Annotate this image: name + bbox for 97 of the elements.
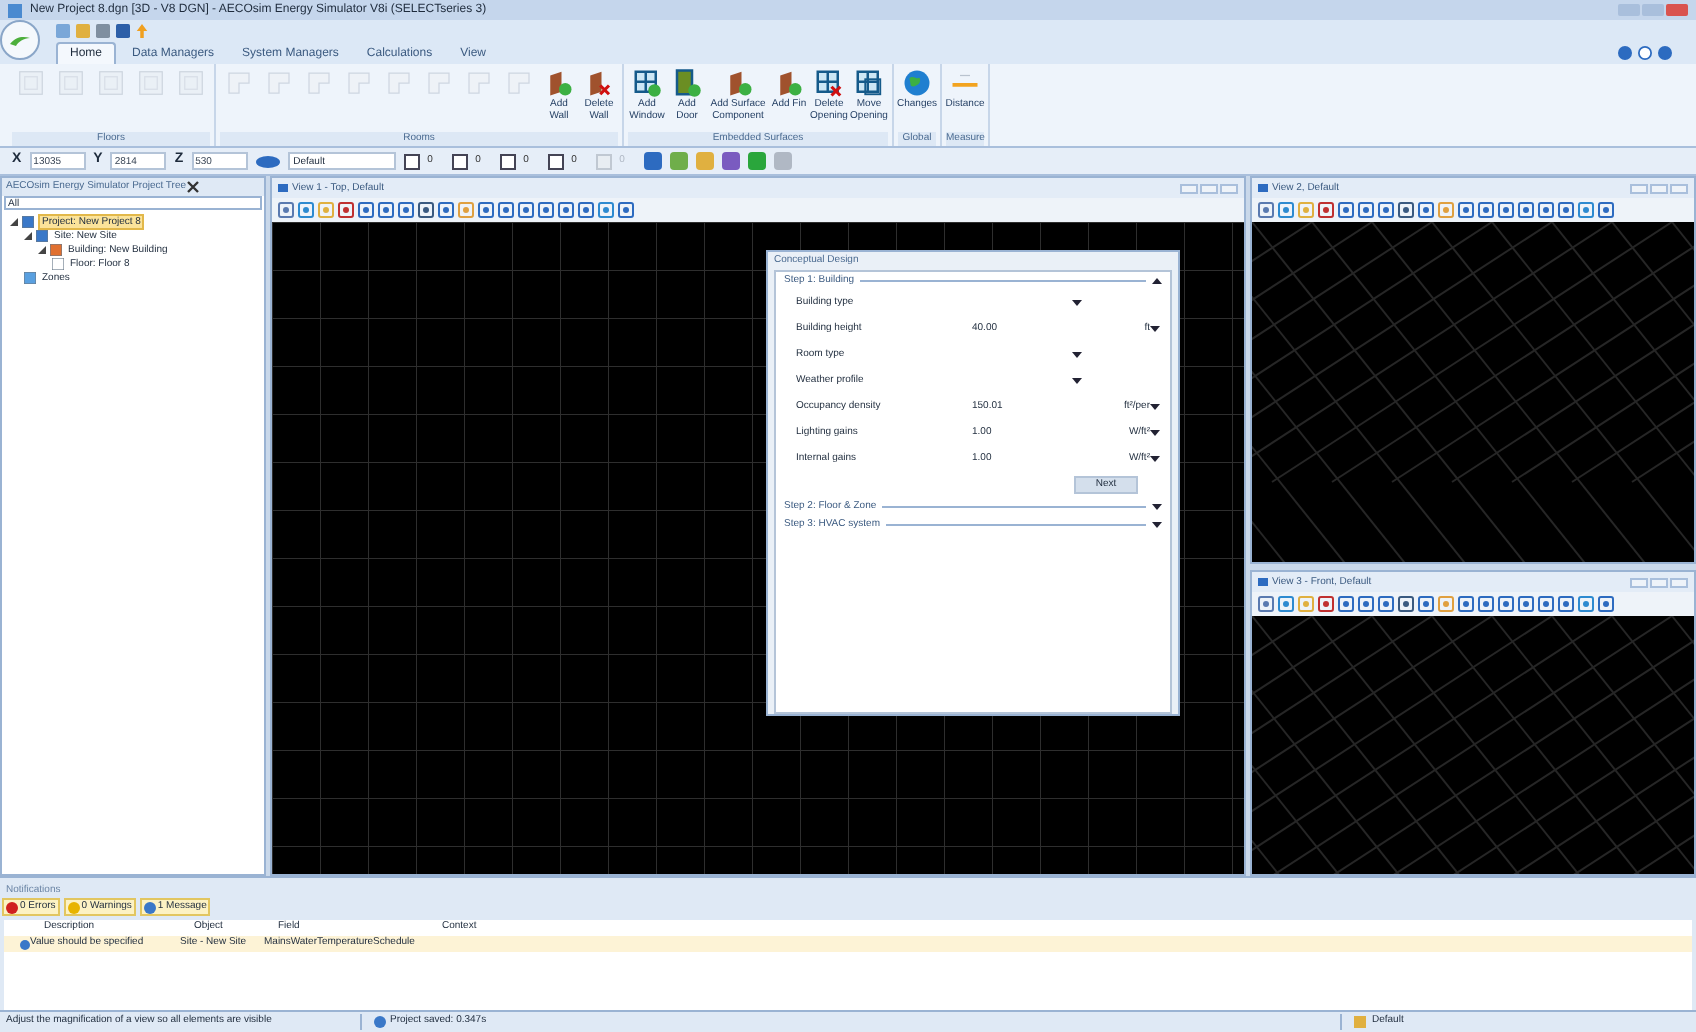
dropdown-icon[interactable] xyxy=(1150,326,1160,332)
room-icon xyxy=(264,68,294,98)
view-tool-icon[interactable] xyxy=(338,202,354,218)
view-tool-icon[interactable] xyxy=(1318,202,1334,218)
app-icon xyxy=(8,3,22,17)
dropdown-icon[interactable] xyxy=(1072,378,1082,384)
view-tool-icon[interactable] xyxy=(1498,596,1514,612)
view-tool-icon[interactable] xyxy=(1358,202,1374,218)
dropdown-icon[interactable] xyxy=(1072,352,1082,358)
attribute-icon xyxy=(403,153,420,169)
view-tool-icon[interactable] xyxy=(1418,596,1434,612)
node-icon xyxy=(52,257,64,269)
view-tool-icon[interactable] xyxy=(418,202,434,218)
view-tool-icon[interactable] xyxy=(1358,596,1374,612)
view-tool-icon[interactable] xyxy=(498,202,514,218)
view-tool-icon[interactable] xyxy=(1418,202,1434,218)
view-tool-icon[interactable] xyxy=(1258,202,1274,218)
view-tool-icon[interactable] xyxy=(358,202,374,218)
floor-icon xyxy=(176,68,206,98)
view-tool-icon[interactable] xyxy=(1458,596,1474,612)
globe-icon xyxy=(902,68,932,98)
view-tool-icon[interactable] xyxy=(1498,202,1514,218)
view-tool-icon[interactable] xyxy=(1538,202,1554,218)
view-tool-icon[interactable] xyxy=(578,202,594,218)
view-tool-icon[interactable] xyxy=(1458,202,1474,218)
view-tool-icon[interactable] xyxy=(378,202,394,218)
room-icon xyxy=(384,68,414,98)
view-tool-icon[interactable] xyxy=(1598,202,1614,218)
view-tool-icon[interactable] xyxy=(1578,596,1594,612)
save-status-icon xyxy=(374,1016,386,1028)
view-tool-icon[interactable] xyxy=(538,202,554,218)
view-icon xyxy=(278,184,288,192)
warning-icon xyxy=(67,901,80,913)
view-tool-icon[interactable] xyxy=(1598,596,1614,612)
attribute-icon xyxy=(547,153,564,169)
wall-icon xyxy=(774,68,804,98)
view-tool-icon[interactable] xyxy=(598,202,614,218)
view-tool-icon[interactable] xyxy=(1558,202,1574,218)
view-tool-icon[interactable] xyxy=(1258,596,1274,612)
room-icon xyxy=(424,68,454,98)
view-tool-icon[interactable] xyxy=(1478,202,1494,218)
expand-icon[interactable] xyxy=(1152,522,1162,528)
view-tool-icon[interactable] xyxy=(478,202,494,218)
view-tool-icon[interactable] xyxy=(1378,202,1394,218)
window-icon xyxy=(632,68,662,98)
view-tool-icon[interactable] xyxy=(278,202,294,218)
view-tool-icon[interactable] xyxy=(558,202,574,218)
view-tool-icon[interactable] xyxy=(518,202,534,218)
view-tool-icon[interactable] xyxy=(298,202,314,218)
dropdown-icon[interactable] xyxy=(1072,300,1082,306)
attribute-icon xyxy=(595,153,612,169)
view-tool-icon[interactable] xyxy=(398,202,414,218)
wall-icon xyxy=(544,68,574,98)
view-tool-icon[interactable] xyxy=(1338,596,1354,612)
close-icon[interactable] xyxy=(186,180,201,194)
window-icon xyxy=(814,68,844,98)
view-tool-icon[interactable] xyxy=(1578,202,1594,218)
room-icon xyxy=(304,68,334,98)
level-icon xyxy=(255,153,280,169)
error-icon xyxy=(6,901,18,913)
view-icon xyxy=(1258,184,1268,192)
node-icon xyxy=(24,271,36,283)
attribute-icon xyxy=(451,153,468,169)
dropdown-icon[interactable] xyxy=(1150,404,1160,410)
collapse-icon[interactable] xyxy=(1152,278,1162,284)
view-tool-icon[interactable] xyxy=(1378,596,1394,612)
expand-icon[interactable] xyxy=(1152,504,1162,510)
floor-icon xyxy=(16,68,46,98)
room-icon xyxy=(344,68,374,98)
view-tool-icon[interactable] xyxy=(1518,596,1534,612)
view-tool-icon[interactable] xyxy=(438,202,454,218)
room-icon xyxy=(224,68,254,98)
dropdown-icon[interactable] xyxy=(1150,456,1160,462)
floor-icon xyxy=(96,68,126,98)
view-tool-icon[interactable] xyxy=(618,202,634,218)
view-tool-icon[interactable] xyxy=(1518,202,1534,218)
view-tool-icon[interactable] xyxy=(1318,596,1334,612)
application-button[interactable] xyxy=(0,20,40,60)
view-tool-icon[interactable] xyxy=(1558,596,1574,612)
view-tool-icon[interactable] xyxy=(1398,596,1414,612)
floor-icon xyxy=(56,68,86,98)
building-icon xyxy=(50,243,62,255)
view-tool-icon[interactable] xyxy=(1338,202,1354,218)
view-icon xyxy=(1258,578,1268,586)
view-tool-icon[interactable] xyxy=(1478,596,1494,612)
wall-icon xyxy=(584,68,614,98)
window-icon xyxy=(854,68,884,98)
door-icon xyxy=(672,68,702,98)
view-tool-icon[interactable] xyxy=(1538,596,1554,612)
floor-icon xyxy=(136,68,166,98)
room-icon xyxy=(464,68,494,98)
dropdown-icon[interactable] xyxy=(1150,430,1160,436)
view-tool-icon[interactable] xyxy=(1398,202,1414,218)
room-icon xyxy=(504,68,534,98)
view-tool-icon[interactable] xyxy=(1278,202,1294,218)
view-tool-icon[interactable] xyxy=(1278,596,1294,612)
attribute-icon xyxy=(499,153,516,169)
